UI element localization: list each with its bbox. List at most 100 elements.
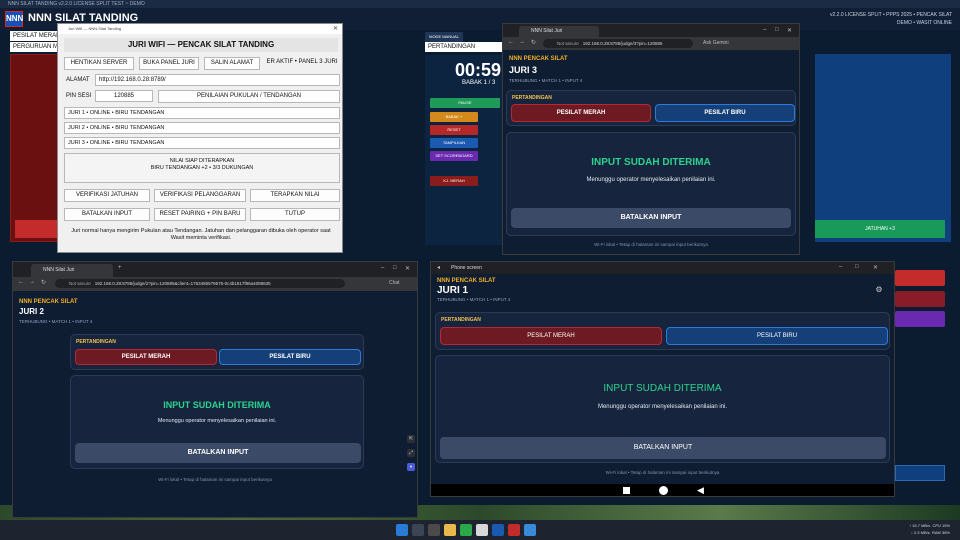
cancel-input-button[interactable]: BATALKAN INPUT xyxy=(440,437,886,459)
address-field[interactable]: http://192.168.0.28:8789/ xyxy=(95,74,340,86)
server-status-label: ER AKTIF • PANEL 3 JURI xyxy=(264,57,340,70)
home-nav-icon[interactable] xyxy=(659,486,668,495)
juri3-page: NNN PENCAK SILAT JURI 3 TERHUBUNG • MATC… xyxy=(503,50,799,254)
input-received-message: Menunggu operator menyelesaikan penilaia… xyxy=(597,404,728,410)
copy-address-button[interactable]: SALIN ALAMAT xyxy=(204,57,260,70)
match-card: PERTANDINGAN PESILAT MERAH PESILAT BIRU xyxy=(506,90,796,126)
close-icon[interactable]: ✕ xyxy=(405,265,410,272)
juri2-addressbar: ← → ↻ Not secure 192.168.0.28:8789/judge/… xyxy=(13,277,417,291)
input-received-title: INPUT SUDAH DITERIMA xyxy=(603,383,722,394)
close-icon[interactable]: ✕ xyxy=(333,24,338,34)
brand-label: NNN PENCAK SILAT xyxy=(437,278,496,284)
side-tool-icon[interactable]: ⇱ xyxy=(407,435,415,443)
blue-fighter-button[interactable]: PESILAT BIRU xyxy=(219,349,361,365)
forward-icon[interactable]: → xyxy=(29,279,35,285)
babak-button[interactable]: BABAK + xyxy=(430,112,478,122)
minimize-icon[interactable]: – xyxy=(381,265,384,271)
input-received-title: INPUT SUDAH DITERIMA xyxy=(163,400,271,410)
scoring-mode-button[interactable]: PENILAIAN PUKULAN / TENDANGAN xyxy=(158,90,340,103)
right-action-red-1[interactable] xyxy=(895,270,945,286)
match-field[interactable]: PERTANDINGAN xyxy=(425,42,505,52)
side-expand-icon[interactable]: ⤢ xyxy=(407,449,415,457)
explorer-icon[interactable] xyxy=(444,524,456,536)
juri1-status: JURI 1 • ONLINE • BIRU TENDANGAN xyxy=(64,107,340,119)
blue-fighter-button[interactable]: PESILAT BIRU xyxy=(655,104,795,122)
juri3-browser-window: NNN Silat Juri – □ ✕ ← → ↻ Not secure 192… xyxy=(502,23,800,255)
apply-score-button[interactable]: TERAPKAN NILAI xyxy=(250,189,340,202)
match-card: PERTANDINGAN PESILAT MERAH PESILAT BIRU xyxy=(70,334,364,370)
juri2-browser-window: NNN Silat Juri + – □ ✕ ← → ↻ Not secure 1… xyxy=(12,261,418,518)
reload-icon[interactable]: ↻ xyxy=(41,279,46,286)
juri2-tab[interactable]: NNN Silat Juri xyxy=(31,264,113,277)
round-indicator: BABAK 1 / 3 xyxy=(462,80,496,86)
reload-icon[interactable]: ↻ xyxy=(531,39,536,46)
back-icon[interactable]: ← xyxy=(508,39,514,45)
footnote: Wi-Fi lokal • Tetap di halaman ini sampa… xyxy=(158,477,272,482)
minimize-icon[interactable]: – xyxy=(839,264,842,270)
juri3-url-field[interactable]: Not secure 192.168.0.28:8789/judge/3?pin=… xyxy=(543,39,693,48)
settings-gear-icon[interactable]: ⚙ xyxy=(875,286,883,294)
minimize-icon[interactable]: – xyxy=(763,27,766,33)
taskview-icon[interactable] xyxy=(428,524,440,536)
right-action-purple[interactable] xyxy=(895,311,945,327)
maximize-icon[interactable]: □ xyxy=(393,265,397,271)
phonelink-icon[interactable] xyxy=(524,524,536,536)
right-bottom-box[interactable] xyxy=(895,465,945,481)
juri2-tabbar: NNN Silat Juri + – □ ✕ xyxy=(13,262,417,277)
kj-merah-button[interactable]: KJ. MERAH xyxy=(430,176,478,186)
pin-field[interactable]: 120885 xyxy=(95,90,153,102)
cancel-input-button[interactable]: BATALKAN INPUT xyxy=(75,443,361,463)
start-icon[interactable] xyxy=(396,524,408,536)
juri-title: JURI 3 xyxy=(509,65,538,75)
juri1-phone-window: ◂ Phone screen – □ ✕ NNN PENCAK SILAT JU… xyxy=(430,261,895,497)
red-fighter-button[interactable]: PESILAT MERAH xyxy=(511,104,651,122)
back-icon[interactable]: ← xyxy=(18,279,24,285)
cancel-input-button[interactable]: BATALKAN INPUT xyxy=(511,208,791,228)
scoreboard-button[interactable]: SET SCOREBOARD xyxy=(430,151,478,161)
ram-usage: RAM 38% xyxy=(931,530,950,535)
maximize-icon[interactable]: □ xyxy=(775,27,779,33)
recents-nav-icon[interactable] xyxy=(623,487,630,494)
juri2-url-field[interactable]: Not secure 192.168.0.28:8789/judge/2?pin=… xyxy=(55,279,345,288)
stop-server-button[interactable]: HENTIKAN SERVER xyxy=(64,57,134,70)
gemini-button[interactable]: Ask Gemini xyxy=(703,40,729,46)
red-fighter-button[interactable]: PESILAT MERAH xyxy=(75,349,217,365)
maximize-icon[interactable]: □ xyxy=(855,264,859,270)
pin-label: PIN SESI xyxy=(66,93,92,99)
reset-button[interactable]: RESET xyxy=(430,125,478,135)
edge-icon[interactable] xyxy=(492,524,504,536)
juri2-url: 192.168.0.28:8789/judge/2?pin=120885&cli… xyxy=(94,281,271,286)
close-dialog-button[interactable]: TUTUP xyxy=(250,208,340,221)
verify-fall-button[interactable]: VERIFIKASI JATUHAN xyxy=(64,189,150,202)
phone-titlebar: ◂ Phone screen – □ ✕ xyxy=(431,262,894,274)
assistant-icon[interactable]: ● xyxy=(407,463,415,471)
reset-pairing-button[interactable]: RESET PAIRING + PIN BARU xyxy=(154,208,246,221)
blue-jatuhan-button[interactable]: JATUHAN +3 xyxy=(815,220,945,238)
new-tab-icon[interactable]: + xyxy=(118,265,122,271)
search-icon[interactable] xyxy=(412,524,424,536)
pause-button[interactable]: PAUSE xyxy=(430,98,500,108)
ready-score-box: NILAI SIAP DITERAPKAN BIRU TENDANGAN +2 … xyxy=(64,153,340,183)
close-icon[interactable]: ✕ xyxy=(787,27,792,34)
app-logo: NNN xyxy=(5,11,23,27)
footnote: Wi-Fi lokal • Tetap di halaman ini sampa… xyxy=(594,242,708,247)
juri3-status: JURI 3 • ONLINE • BIRU TENDANGAN xyxy=(64,137,340,149)
right-action-red-2[interactable] xyxy=(895,291,945,307)
chat-button[interactable]: Chat xyxy=(389,280,400,286)
footnote: Wi-Fi lokal • Tetap di halaman ini sampa… xyxy=(605,470,720,475)
back-nav-icon[interactable]: ◀ xyxy=(697,485,704,496)
verify-violation-button[interactable]: VERIFIKASI PELANGGARAN xyxy=(154,189,246,202)
app-icon[interactable] xyxy=(476,524,488,536)
chrome-icon[interactable] xyxy=(460,524,472,536)
blue-fighter-button[interactable]: PESILAT BIRU xyxy=(666,327,888,345)
open-panel-button[interactable]: BUKA PANEL JURI xyxy=(139,57,199,70)
juri3-tab[interactable]: NNN Silat Juri xyxy=(519,26,599,37)
red-fighter-button[interactable]: PESILAT MERAH xyxy=(440,327,662,345)
cancel-input-button[interactable]: BATALKAN INPUT xyxy=(64,208,150,221)
forward-icon[interactable]: → xyxy=(519,39,525,45)
dialog-titlebar: Juri Wifi — NNN Silat Tanding ✕ xyxy=(58,24,342,34)
tampilkan-button[interactable]: TAMPILKAN xyxy=(430,138,478,148)
mode-manual-button[interactable]: MODE MANUAL xyxy=(425,32,463,42)
close-icon[interactable]: ✕ xyxy=(873,264,878,271)
nnn-silat-icon[interactable] xyxy=(508,524,520,536)
